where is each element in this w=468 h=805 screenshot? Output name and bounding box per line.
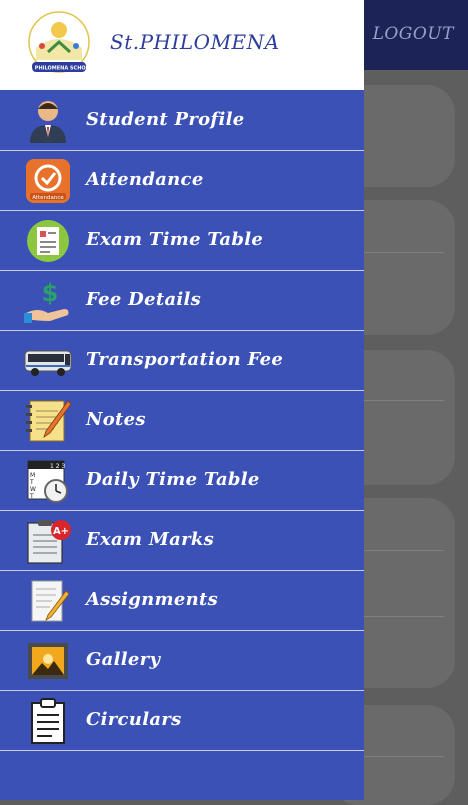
menu-item-student-profile[interactable]: Student Profile [0, 91, 364, 151]
menu-item-label: Assignments [86, 589, 219, 610]
assignments-icon [31, 580, 70, 622]
menu-item-label: Circulars [86, 709, 182, 730]
navigation-drawer: ST. PHILOMENA SCHOOL St.PHILOMENA Studen… [0, 0, 364, 800]
menu-item-label: Transportation Fee [86, 349, 284, 370]
menu-item-label: Exam Time Table [86, 229, 264, 250]
svg-text:1 2 3: 1 2 3 [50, 463, 65, 470]
menu-item-assignments[interactable]: Assignments [0, 571, 364, 631]
drawer-menu: Student Profile Attendance Attendance Ex… [0, 91, 364, 751]
svg-text:T: T [29, 493, 34, 500]
menu-item-label: Exam Marks [86, 529, 215, 550]
svg-text:Attendance: Attendance [32, 195, 64, 201]
school-name: St.PHILOMENA [110, 30, 280, 54]
daily-timetable-icon: 1 2 3 M T W T [27, 460, 68, 503]
menu-item-fee-details[interactable]: $ Fee Details [0, 271, 364, 331]
school-logo-icon: ST. PHILOMENA SCHOOL [25, 11, 94, 73]
menu-item-circulars[interactable]: Circulars [0, 691, 364, 751]
menu-item-exam-time-table[interactable]: Exam Time Table [0, 211, 364, 271]
logout-button[interactable]: LOGOUT [373, 24, 454, 44]
svg-text:$: $ [42, 279, 59, 307]
menu-item-gallery[interactable]: Gallery [0, 631, 364, 691]
notes-icon [26, 400, 72, 442]
menu-item-exam-marks[interactable]: A+ Exam Marks [0, 511, 364, 571]
drawer-header: ST. PHILOMENA SCHOOL St.PHILOMENA [0, 0, 364, 90]
svg-text:ST. PHILOMENA SCHOOL: ST. PHILOMENA SCHOOL [25, 66, 94, 72]
exam-timetable-icon [27, 220, 69, 262]
circulars-icon [31, 698, 65, 744]
student-profile-icon [30, 101, 66, 143]
menu-item-label: Fee Details [86, 289, 202, 310]
svg-text:M: M [30, 472, 35, 479]
fee-details-icon: $ [24, 279, 69, 323]
svg-text:A+: A+ [53, 526, 69, 537]
background-divider [364, 550, 444, 551]
background-divider [364, 616, 444, 617]
background-divider [364, 252, 444, 253]
menu-item-label: Gallery [86, 649, 161, 670]
menu-item-label: Attendance [86, 169, 204, 190]
menu-item-attendance[interactable]: Attendance Attendance [0, 151, 364, 211]
menu-item-label: Daily Time Table [86, 469, 260, 490]
menu-item-daily-time-table[interactable]: 1 2 3 M T W T Daily Time Table [0, 451, 364, 511]
menu-item-label: Student Profile [86, 109, 245, 130]
background-divider [364, 400, 444, 401]
svg-text:W: W [30, 486, 36, 493]
gallery-icon [28, 643, 68, 679]
exam-marks-icon: A+ [27, 520, 71, 564]
attendance-icon: Attendance [26, 159, 70, 203]
svg-text:T: T [29, 479, 34, 486]
background-divider [364, 756, 444, 757]
bus-icon [24, 350, 72, 376]
menu-item-transportation-fee[interactable]: Transportation Fee [0, 331, 364, 391]
menu-item-notes[interactable]: Notes [0, 391, 364, 451]
menu-item-label: Notes [86, 409, 146, 430]
